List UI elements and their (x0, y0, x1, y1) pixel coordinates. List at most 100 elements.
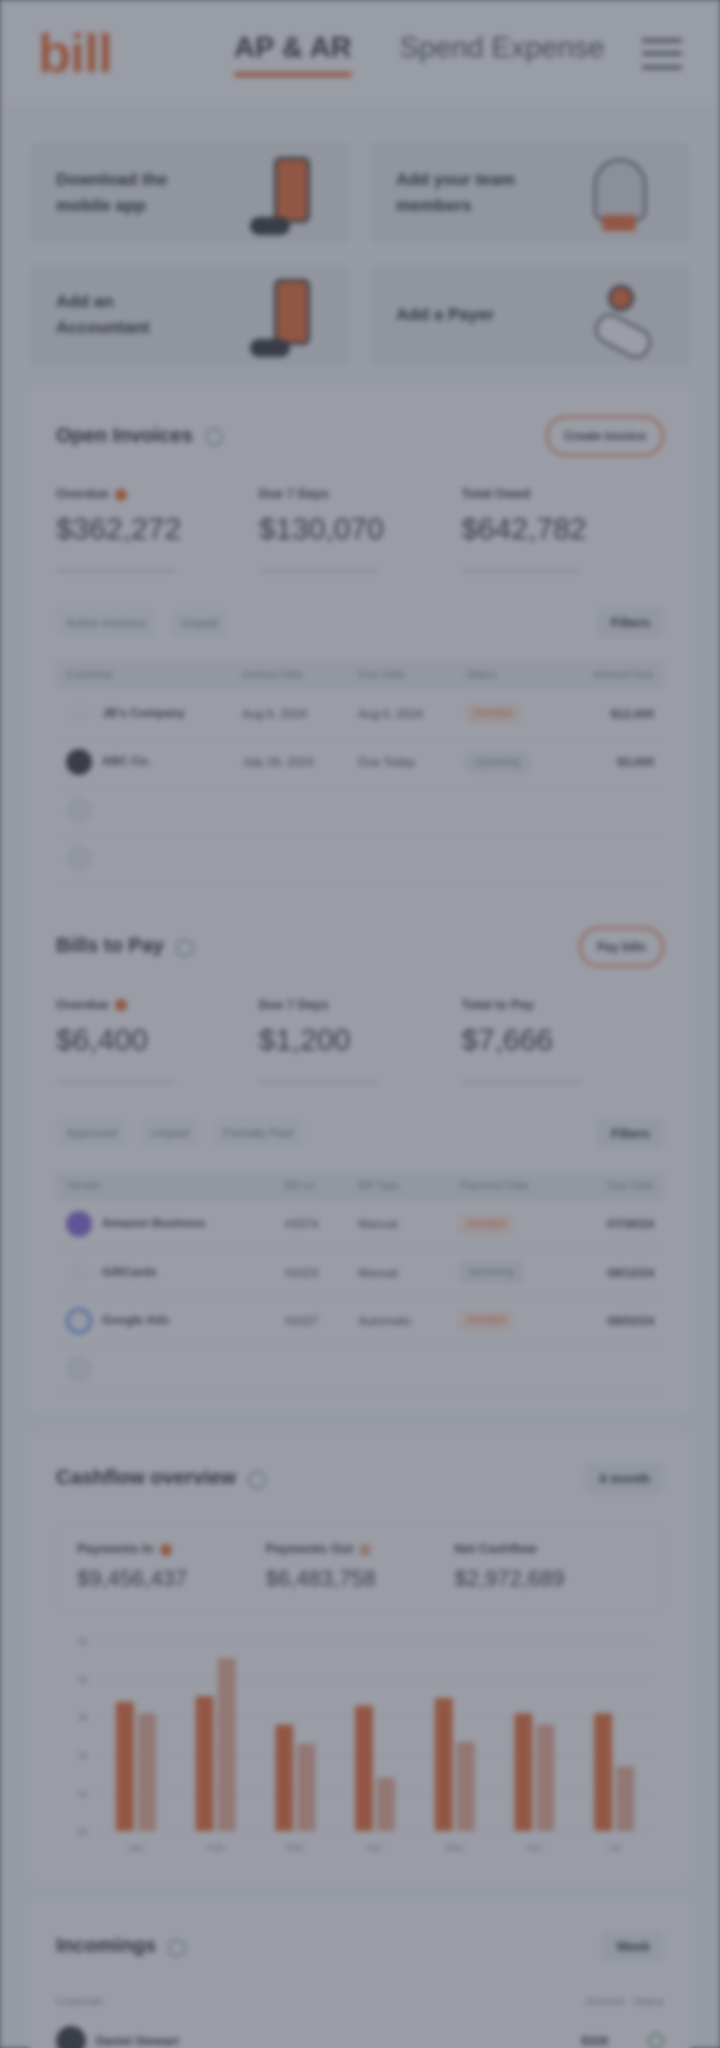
table-row[interactable]: GiftCards #1023 Manual Upcoming 08/12/24 (56, 1248, 664, 1297)
column-header[interactable]: Status (455, 660, 561, 690)
column-header[interactable]: Bill no. (274, 1170, 349, 1201)
column-header[interactable]: Bill Type (348, 1170, 450, 1201)
hamburger-menu-icon[interactable] (642, 38, 682, 69)
bar-payments-in (434, 1698, 453, 1831)
column-header[interactable]: Due Date (572, 1170, 664, 1201)
check-status-icon (648, 2033, 664, 2048)
status-badge: Overdue (459, 1311, 514, 1330)
stat-total-to-pay[interactable]: Total to Pay $7,666 (461, 997, 664, 1084)
filter-active-invoices[interactable]: Active Invoices (56, 607, 157, 638)
net-cashflow-stat: Net Cashflow $2,972,689 (454, 1541, 643, 1592)
table-row[interactable]: Google Ads #1027 Automatic Overdue 08/02… (56, 1296, 664, 1345)
info-icon[interactable] (175, 938, 194, 957)
info-icon[interactable] (248, 1470, 267, 1489)
column-header: Amount (585, 1996, 624, 2008)
x-tick-label: Feb (207, 1843, 225, 1854)
stat-underline (56, 569, 176, 573)
column-header[interactable]: Customer (56, 660, 233, 690)
x-tick-label: Jan (128, 1843, 144, 1854)
status-badge: Overdue (459, 1214, 514, 1234)
cashflow-bar-chart: 0k 1k 2k 3k 4k 5k Jan Feb Mar Apr May Jun Jul (77, 1637, 654, 1854)
stat-due-7-days[interactable]: Due 7 Days $130,070 (258, 486, 462, 573)
bar-payments-out (616, 1766, 635, 1831)
status-badge: Overdue (465, 704, 521, 724)
stat-label: Due 7 Days (258, 996, 329, 1012)
table-row[interactable]: JB's Company Aug 6, 2024 Aug 6, 2024 Ove… (56, 690, 664, 739)
tab-spend-expense[interactable]: Spend Expense (400, 32, 605, 75)
promo-tiles: Download the mobile app Add your team me… (0, 108, 720, 366)
column-header[interactable]: Amount Due (561, 660, 664, 690)
filter-unpaid[interactable]: Unpaid (170, 607, 229, 638)
stat-value: $6,483,758 (265, 1566, 376, 1591)
bar-payments-out (536, 1724, 555, 1831)
filter-partially-paid[interactable]: Partially Paid (213, 1118, 304, 1148)
vendor-name: Google Ads (102, 1312, 169, 1327)
invoice-date: July 29, 2024 (232, 738, 349, 787)
stat-label: Total to Pay (461, 996, 535, 1012)
cashflow-title: Cashflow overview (56, 1467, 237, 1489)
x-tick-label: Apr (367, 1843, 383, 1854)
stat-label: Due 7 Days (258, 486, 329, 501)
incomings-header: Customer Amount Status (56, 1996, 664, 2008)
tab-ap-ar[interactable]: AP & AR (234, 32, 352, 77)
bill-number: #1023 (274, 1248, 349, 1297)
filter-approved[interactable]: Approved (56, 1118, 128, 1148)
x-tick-label: Jun (526, 1843, 542, 1854)
column-header[interactable]: Invoice Date (232, 660, 349, 690)
create-invoice-button[interactable]: Create invoice (545, 416, 664, 456)
stat-value: $2,972,689 (454, 1566, 565, 1591)
due-date: 08/02/24 (572, 1296, 664, 1345)
promo-label: Download the mobile app (56, 170, 168, 215)
phone-illustration-icon (244, 149, 324, 237)
promo-add-payer[interactable]: Add a Payer (370, 264, 690, 366)
bill-number: #1027 (274, 1296, 349, 1345)
customer-avatar (66, 749, 92, 775)
table-row-placeholder (56, 1344, 664, 1393)
alert-icon (114, 999, 127, 1012)
promo-download-app[interactable]: Download the mobile app (30, 142, 350, 244)
bar-payments-in (275, 1724, 294, 1831)
customer-name: JB's Company (102, 705, 185, 720)
promo-add-accountant[interactable]: Add an Accountant (30, 264, 350, 366)
table-row[interactable]: ABC Co. July 29, 2024 Due Today Upcoming… (56, 738, 664, 787)
period-select[interactable]: 6 month (585, 1463, 664, 1494)
promo-label: Add a Payer (396, 305, 495, 324)
placeholder-avatar (66, 845, 92, 871)
filters-button[interactable]: Filters (596, 1117, 664, 1149)
stat-due-7-days[interactable]: Due 7 Days $1,200 (258, 996, 462, 1084)
placeholder-avatar (66, 797, 92, 823)
stat-label: Overdue (56, 996, 109, 1012)
stat-overdue[interactable]: Overdue $362,272 (56, 486, 259, 573)
top-bar: bill AP & AR Spend Expense (0, 0, 720, 108)
payments-out-stat: Payments Out $6,483,758 (266, 1541, 455, 1592)
info-icon[interactable] (204, 428, 223, 447)
info-icon[interactable] (168, 1938, 187, 1957)
amount: $328 (581, 2034, 608, 2048)
column-header[interactable]: Due Date (348, 660, 456, 690)
stat-label: Payments In (77, 1541, 154, 1556)
filter-unpaid[interactable]: Unpaid (141, 1118, 200, 1148)
promo-add-team[interactable]: Add your team members (370, 142, 690, 244)
table-row[interactable]: Amazon Business #3374 Manual Overdue 07/… (56, 1200, 664, 1249)
stat-label: Total Owed (461, 486, 531, 501)
due-date: Due Today (348, 738, 456, 787)
pay-bills-button[interactable]: Pay bills (579, 926, 664, 967)
google-logo-icon (66, 1307, 92, 1334)
table-header: Customer Invoice Date Due Date Status Am… (56, 660, 664, 690)
stat-total-owed[interactable]: Total Owed $642,782 (461, 486, 664, 573)
stat-value: $6,400 (56, 1023, 148, 1057)
bar-payments-out (377, 1777, 395, 1831)
column-header[interactable]: Vendor (56, 1170, 275, 1201)
list-item[interactable]: Daniel Stewart $328 (56, 2026, 664, 2048)
bill-logo[interactable]: bill (38, 23, 168, 85)
column-header[interactable]: Payment Date (449, 1170, 573, 1201)
period-select[interactable]: Week (602, 1931, 664, 1962)
bar-payments-in (594, 1713, 613, 1831)
filters-button[interactable]: Filters (596, 607, 664, 638)
y-tick-label: 4k (77, 1675, 89, 1686)
invoice-stats: Overdue $362,272 Due 7 Days $130,070 Tot… (56, 486, 664, 573)
stat-underline (258, 1079, 379, 1084)
due-date: 08/12/24 (572, 1248, 664, 1297)
bar-payments-out (137, 1713, 156, 1831)
stat-overdue[interactable]: Overdue $6,400 (56, 997, 259, 1084)
